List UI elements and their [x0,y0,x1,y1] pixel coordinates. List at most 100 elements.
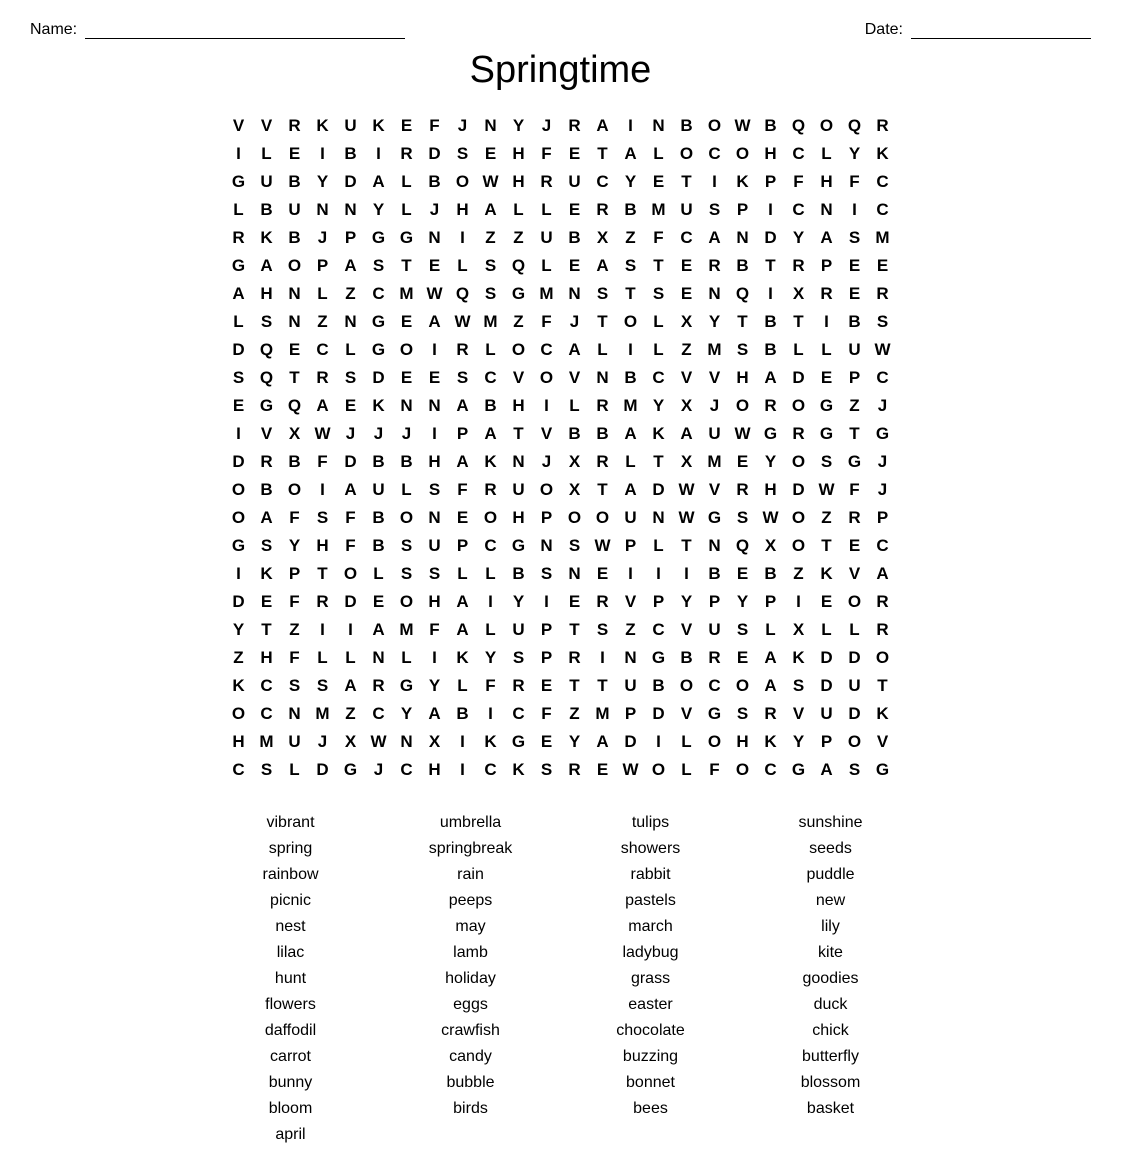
grid-cell: O [225,476,253,504]
grid-cell: G [757,420,785,448]
puzzle-grid: VVRKUKEFJNYJRAINBOWBQOQRILEIBIRDSEHFETAL… [30,112,1091,784]
grid-cell: E [561,252,589,280]
grid-cell: E [729,644,757,672]
grid-cell: B [421,168,449,196]
grid-cell: A [421,700,449,728]
grid-cell: S [645,280,673,308]
grid-cell: Q [505,252,533,280]
grid-cell: C [225,756,253,784]
grid-cell: G [225,252,253,280]
word-list-item: lamb [391,942,551,964]
grid-cell: O [701,112,729,140]
grid-cell: A [449,616,477,644]
grid-cell: S [421,476,449,504]
grid-cell: B [281,168,309,196]
grid-cell: L [757,616,785,644]
grid-cell: A [337,672,365,700]
grid-cell: N [561,280,589,308]
grid-cell: E [281,140,309,168]
grid-cell: A [757,364,785,392]
header-bar: Name: Date: [30,20,1091,39]
grid-cell: C [589,168,617,196]
grid-cell: Y [281,532,309,560]
word-list-item [571,1124,731,1146]
grid-cell: C [253,672,281,700]
date-underline [911,20,1091,39]
grid-cell: V [841,560,869,588]
grid-cell: I [225,560,253,588]
grid-cell: G [365,308,393,336]
grid-cell: W [477,168,505,196]
grid-cell: O [449,168,477,196]
grid-cell: X [673,392,701,420]
grid-cell: R [757,700,785,728]
grid-cell: E [477,140,505,168]
grid-cell: S [253,756,281,784]
grid-cell: Y [841,140,869,168]
grid-cell: C [701,140,729,168]
grid-cell: Y [701,308,729,336]
grid-cell: Q [253,336,281,364]
grid-cell: M [253,728,281,756]
grid-cell: L [645,308,673,336]
word-list-item: april [211,1124,371,1146]
word-list-item: blossom [751,1072,911,1094]
grid-cell: Q [729,532,757,560]
grid-cell: G [505,280,533,308]
grid-cell: T [841,420,869,448]
grid-cell: N [421,504,449,532]
grid-cell: I [757,280,785,308]
grid-cell: Z [225,644,253,672]
grid-cell: U [253,168,281,196]
name-underline [85,20,405,39]
grid-cell: C [645,364,673,392]
grid-cell: K [757,728,785,756]
grid-cell: E [337,392,365,420]
grid-cell: Z [561,700,589,728]
grid-cell: I [841,196,869,224]
word-list-item: bloom [211,1098,371,1120]
grid-cell: P [449,532,477,560]
grid-cell: E [645,168,673,196]
grid-cell: N [589,364,617,392]
grid-cell: F [533,308,561,336]
grid-cell: Y [393,700,421,728]
grid-cell: W [673,504,701,532]
grid-cell: S [337,364,365,392]
word-list-item: rainbow [211,864,371,886]
grid-cell: Z [337,700,365,728]
grid-cell: E [813,588,841,616]
grid-cell: H [505,140,533,168]
grid-cell: F [337,504,365,532]
grid-cell: J [309,224,337,252]
grid-cell: W [617,756,645,784]
grid-cell: U [673,196,701,224]
grid-cell: M [617,392,645,420]
grid-cell: L [281,756,309,784]
grid-cell: L [673,756,701,784]
grid-cell: P [729,196,757,224]
grid-cell: K [869,700,897,728]
grid-cell: R [449,336,477,364]
grid-cell: N [393,728,421,756]
grid-cell: T [589,308,617,336]
grid-cell: W [589,532,617,560]
grid-cell: I [757,196,785,224]
grid-cell: S [225,364,253,392]
grid-cell: A [365,616,393,644]
grid-cell: L [393,644,421,672]
grid-cell: A [673,420,701,448]
grid-cell: N [421,392,449,420]
grid-cell: X [589,224,617,252]
grid-cell: S [533,756,561,784]
grid-cell: C [869,168,897,196]
grid-cell: Y [505,588,533,616]
grid-cell: B [645,672,673,700]
word-list-item: ladybug [571,942,731,964]
grid-cell: G [869,420,897,448]
grid-cell: J [365,420,393,448]
word-list-item: lilac [211,942,371,964]
grid-cell: K [365,112,393,140]
grid-cell: E [673,280,701,308]
grid-cell: G [253,392,281,420]
